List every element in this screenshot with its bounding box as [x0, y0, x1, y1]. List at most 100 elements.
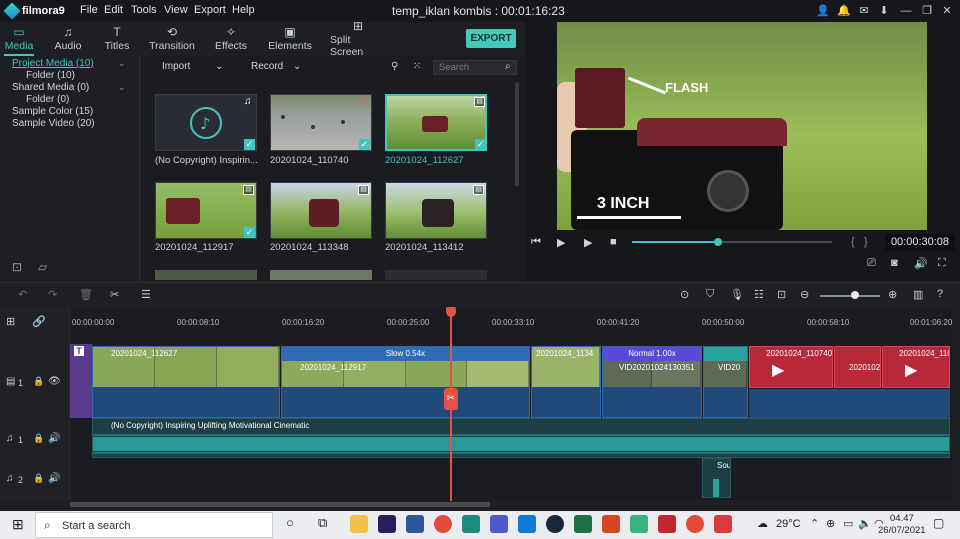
- link-icon[interactable]: 🔗: [32, 315, 46, 328]
- notifications-icon[interactable]: ▢: [933, 516, 944, 530]
- missing-video-clip[interactable]: 2020102: [834, 346, 881, 388]
- minimize-icon[interactable]: —: [897, 2, 915, 20]
- export-button[interactable]: EXPORT: [466, 29, 516, 48]
- excel-icon[interactable]: [574, 515, 592, 533]
- media-item-video[interactable]: [385, 270, 487, 280]
- filmora-taskbar-icon[interactable]: [462, 515, 480, 533]
- media-scrollbar[interactable]: [515, 82, 519, 186]
- render-icon[interactable]: ⊙: [680, 288, 689, 301]
- mark-in-icon[interactable]: {: [851, 236, 855, 248]
- tab-split-screen[interactable]: ⊞ Split Screen: [330, 20, 386, 58]
- marker-icon[interactable]: ⛉: [706, 288, 714, 301]
- tab-media[interactable]: ▭ Media: [2, 22, 36, 56]
- record-button[interactable]: Record: [251, 61, 283, 72]
- tab-transition[interactable]: ⟲ Transition: [148, 22, 196, 56]
- lock-icon[interactable]: 🔒: [33, 376, 44, 387]
- clock-time[interactable]: 04.47: [890, 513, 914, 524]
- crop-icon[interactable]: ⊡: [777, 288, 786, 301]
- delete-icon[interactable]: 🗑: [79, 288, 93, 301]
- zoom-in-icon[interactable]: ⊕: [888, 288, 897, 301]
- chevron-down-icon[interactable]: ⌄: [118, 82, 126, 93]
- menu-tools[interactable]: Tools: [131, 4, 157, 16]
- steam-icon[interactable]: [546, 515, 564, 533]
- menu-edit[interactable]: Edit: [104, 4, 123, 16]
- account-icon[interactable]: 👤: [814, 2, 832, 20]
- display-settings-icon[interactable]: ⎚: [867, 257, 876, 270]
- lock-icon[interactable]: 🔒: [33, 433, 44, 444]
- filter-icon[interactable]: ⚲: [391, 61, 398, 72]
- video-clip[interactable]: VID20: [703, 346, 748, 418]
- mark-out-icon[interactable]: }: [864, 236, 868, 248]
- cut-icon[interactable]: ✂: [110, 288, 119, 301]
- zoom-slider-handle[interactable]: [851, 291, 859, 299]
- microphone-icon[interactable]: 🎙: [730, 288, 744, 301]
- video-clip[interactable]: 20201024_1134: [531, 346, 601, 418]
- media-item-audio[interactable]: ♪: [155, 94, 257, 151]
- chevron-down-icon[interactable]: ⌄: [293, 61, 301, 72]
- stop-icon[interactable]: ■: [610, 236, 617, 248]
- speaker-icon[interactable]: 🔊: [48, 433, 60, 444]
- voiceover-icon[interactable]: ☷: [754, 288, 764, 301]
- chevron-down-icon[interactable]: ⌄: [215, 61, 223, 72]
- speaker-icon[interactable]: 🔈: [858, 517, 872, 530]
- download-icon[interactable]: ⬇: [875, 2, 893, 20]
- media-item-video[interactable]: [155, 182, 257, 239]
- library-folder[interactable]: Folder (10): [26, 70, 75, 81]
- missing-video-clip[interactable]: 20201024_110740 ▶: [749, 346, 833, 388]
- speaker-icon[interactable]: 🔊: [48, 473, 60, 484]
- weather-icon[interactable]: ☁: [757, 517, 768, 530]
- chrome-icon[interactable]: [686, 515, 704, 533]
- windows-start-icon[interactable]: ⊞: [12, 516, 24, 533]
- video-clip[interactable]: Normal 1.00x VID20201024130351: [602, 346, 702, 418]
- task-view-icon[interactable]: ⧉: [318, 515, 327, 531]
- media-item-video[interactable]: [385, 182, 487, 239]
- library-shared-media[interactable]: Shared Media (0): [12, 82, 89, 93]
- audio-clip[interactable]: Sou: [702, 458, 731, 498]
- chevron-up-icon[interactable]: ⌃: [810, 517, 819, 530]
- library-project-media[interactable]: Project Media (10): [12, 58, 94, 69]
- mail-icon[interactable]: ✉: [855, 2, 873, 20]
- after-effects-icon[interactable]: [378, 515, 396, 533]
- menu-help[interactable]: Help: [232, 4, 255, 16]
- app-icon[interactable]: [714, 515, 732, 533]
- maximize-icon[interactable]: ❐: [918, 2, 936, 20]
- tab-effects[interactable]: ✧ Effects: [212, 22, 250, 56]
- help-icon[interactable]: ?: [937, 288, 943, 300]
- playhead-handle[interactable]: [446, 307, 456, 317]
- library-sample-color[interactable]: Sample Color (15): [12, 106, 93, 117]
- globe-icon[interactable]: ⊕: [826, 517, 835, 530]
- fullscreen-icon[interactable]: ⛶: [938, 257, 946, 270]
- chrome-icon[interactable]: [434, 515, 452, 533]
- volume-icon[interactable]: 🔊: [914, 257, 928, 270]
- video-clip[interactable]: Slow 0.54x 20201024_112917: [281, 346, 530, 418]
- search-icon[interactable]: ⌕: [505, 61, 511, 72]
- weather-temp[interactable]: 29°C: [776, 518, 801, 530]
- layout-icon[interactable]: ▥: [913, 288, 923, 301]
- word-icon[interactable]: [406, 515, 424, 533]
- teams-icon[interactable]: [490, 515, 508, 533]
- prev-frame-icon[interactable]: ⏮: [531, 236, 541, 249]
- scissors-icon[interactable]: ✂: [444, 388, 458, 410]
- battery-icon[interactable]: ▭: [843, 517, 853, 530]
- zoom-slider[interactable]: [820, 295, 880, 297]
- powerpoint-icon[interactable]: [602, 515, 620, 533]
- missing-video-clip[interactable]: 20201024_110 ▶: [882, 346, 950, 388]
- add-track-icon[interactable]: ⊞: [6, 315, 15, 328]
- menu-file[interactable]: File: [80, 4, 98, 16]
- redo-icon[interactable]: ↷: [48, 288, 57, 301]
- preview-progress-handle[interactable]: [714, 238, 722, 246]
- new-folder-icon[interactable]: ⊡: [12, 260, 22, 274]
- eye-icon[interactable]: 👁: [48, 376, 61, 387]
- media-item-video[interactable]: [270, 94, 372, 151]
- snapshot-icon[interactable]: ◙: [891, 257, 898, 269]
- play-icon[interactable]: ▶: [584, 236, 592, 249]
- audio-clip[interactable]: (No Copyright) Inspiring Uplifting Motiv…: [92, 418, 950, 458]
- media-item-video-selected[interactable]: [385, 94, 487, 151]
- app-icon[interactable]: [630, 515, 648, 533]
- file-explorer-icon[interactable]: [350, 515, 368, 533]
- video-clip[interactable]: 20201024_112627: [92, 346, 280, 418]
- menu-export[interactable]: Export: [194, 4, 226, 16]
- play-frame-icon[interactable]: ▶︎: [557, 236, 565, 249]
- library-sample-video[interactable]: Sample Video (20): [12, 118, 95, 129]
- import-button[interactable]: Import: [162, 61, 190, 72]
